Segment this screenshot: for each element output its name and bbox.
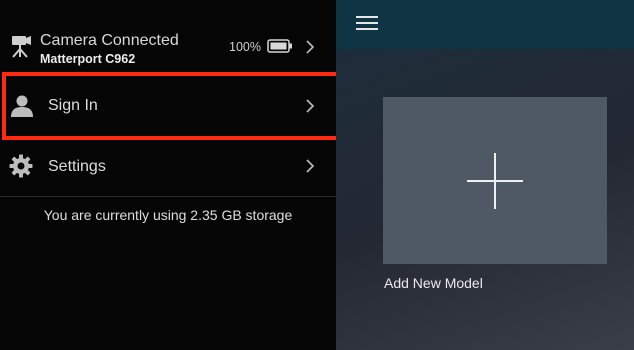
add-new-model-label: Add New Model (384, 275, 483, 291)
battery-icon (267, 39, 293, 53)
camera-status-text: Camera Connected Matterport C962 (40, 32, 179, 67)
camera-status-row[interactable]: Camera Connected Matterport C962 100% (0, 26, 336, 68)
divider (0, 196, 336, 197)
chevron-right-icon (304, 39, 316, 55)
hamburger-menu-icon[interactable] (356, 16, 378, 34)
camera-connected-label: Camera Connected (40, 32, 179, 49)
camera-tripod-icon (10, 34, 32, 58)
sign-in-label: Sign In (48, 97, 98, 114)
battery-percent: 100% (229, 40, 261, 54)
navigation-drawer: Camera Connected Matterport C962 100% Si… (0, 0, 342, 350)
chevron-right-icon (304, 158, 316, 174)
storage-usage-text: You are currently using 2.35 GB storage (43, 207, 293, 223)
camera-model-label: Matterport C962 (40, 52, 136, 66)
sign-in-item[interactable]: Sign In (0, 73, 336, 139)
settings-label: Settings (48, 158, 106, 175)
user-icon (10, 95, 34, 117)
chevron-right-icon (304, 98, 316, 114)
gear-icon (9, 154, 33, 178)
main-panel: Add New Model (336, 0, 634, 350)
top-bar (336, 0, 634, 49)
add-new-model-tile[interactable] (383, 97, 607, 264)
settings-item[interactable]: Settings (0, 145, 336, 187)
